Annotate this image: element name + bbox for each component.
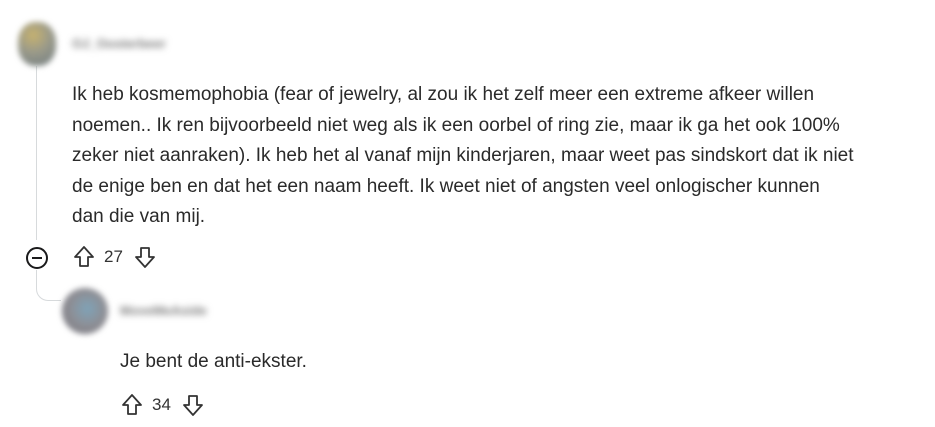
- avatar[interactable]: [18, 22, 56, 66]
- comment-body: Je bent de anti-ekster.: [120, 347, 307, 378]
- upvote-icon[interactable]: [72, 244, 96, 270]
- avatar[interactable]: [62, 288, 108, 334]
- downvote-icon[interactable]: [133, 244, 157, 270]
- upvote-icon[interactable]: [120, 392, 144, 418]
- comment-body-line: zeker niet aanraken). Ik heb het al vana…: [72, 145, 854, 166]
- comment-body: Ik heb kosmemophobia (fear of jewelry, a…: [72, 80, 854, 233]
- comment-body-line: noemen.. Ik ren bijvoorbeeld niet weg al…: [72, 114, 840, 136]
- comment-author[interactable]: MoveMeAside: [120, 303, 207, 318]
- reply-connector-line: [36, 270, 61, 301]
- comment-body-line: de enige ben en dat het een naam heeft. …: [72, 175, 820, 197]
- comment-body-line: Ik heb kosmemophobia (fear of jewelry, a…: [72, 84, 815, 105]
- vote-score: 27: [104, 247, 123, 266]
- comment-actions: 27: [72, 244, 157, 270]
- comment-body-line: Je bent de anti-ekster.: [120, 351, 307, 372]
- comment-actions: 34: [120, 392, 205, 418]
- collapse-thread-icon[interactable]: [26, 247, 48, 269]
- downvote-icon[interactable]: [181, 392, 205, 418]
- thread-line: [36, 66, 37, 240]
- comment-author[interactable]: OJ_Oosterbeer: [72, 36, 166, 51]
- vote-score: 34: [152, 395, 171, 414]
- comment-body-line: dan die van mij.: [72, 206, 206, 227]
